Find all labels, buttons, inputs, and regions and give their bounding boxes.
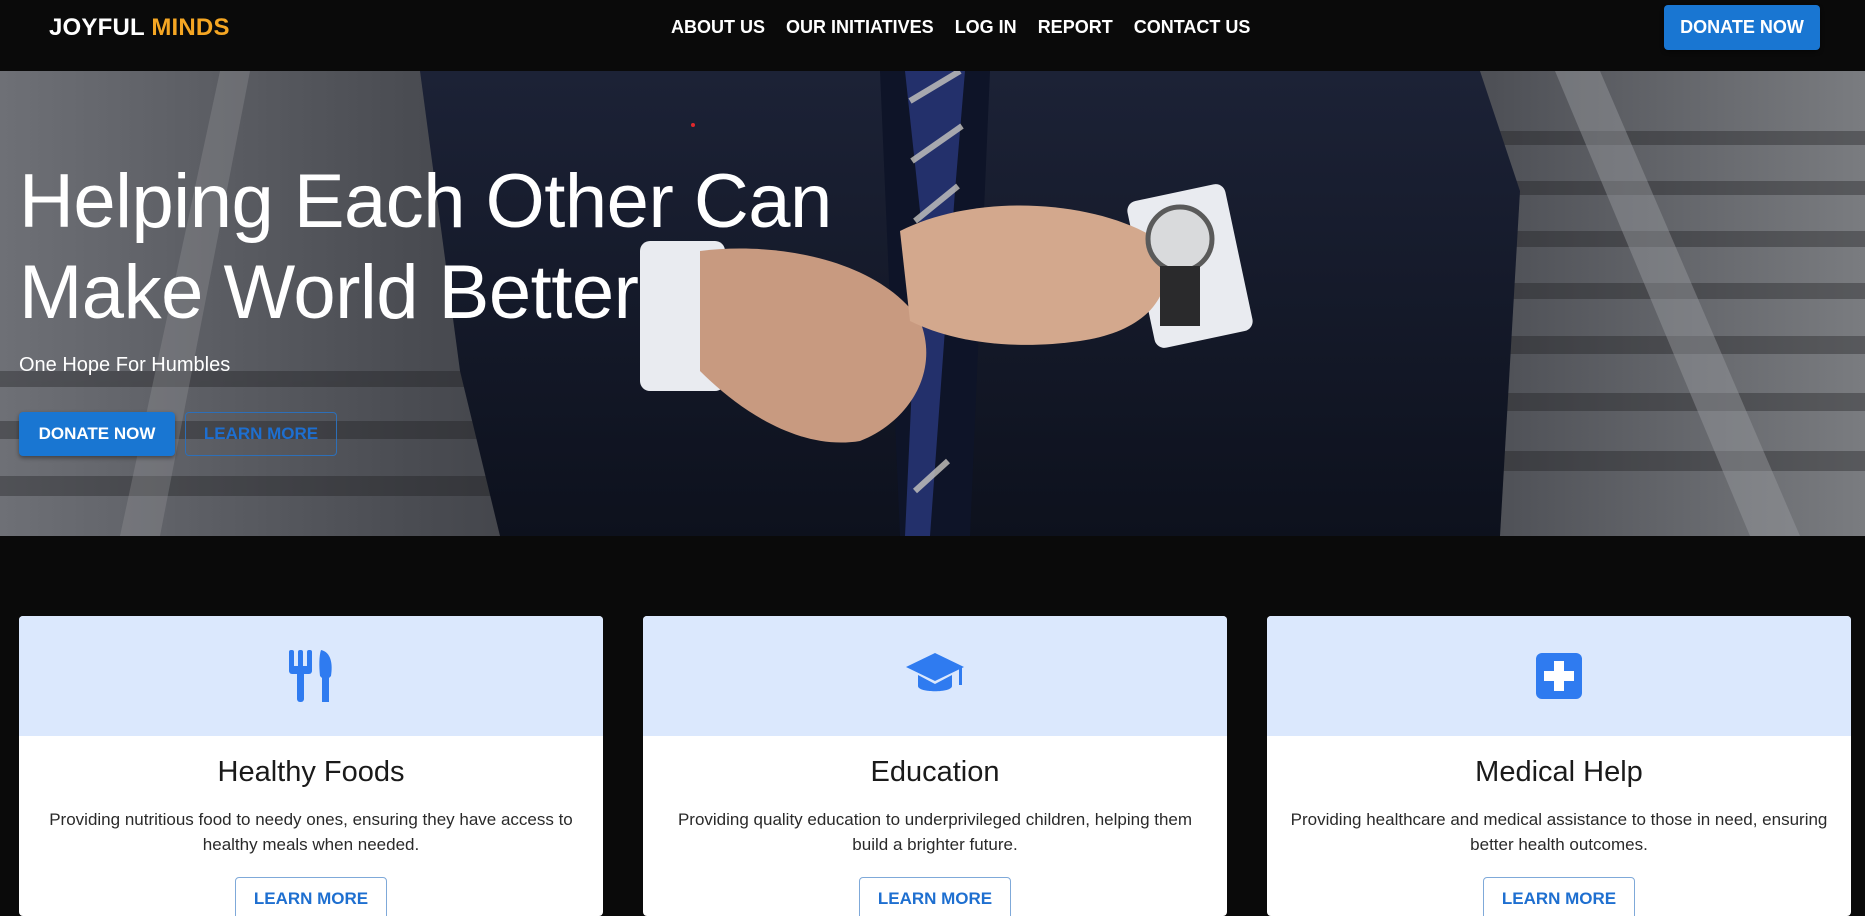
nav-link-about-us[interactable]: ABOUT US — [671, 17, 765, 38]
card-header — [1267, 616, 1851, 736]
top-navbar: JOYFUL MINDS ABOUT US OUR INITIATIVES LO… — [0, 0, 1865, 71]
card-header — [643, 616, 1227, 736]
graduation-cap-icon — [906, 653, 964, 692]
nav-link-our-initiatives[interactable]: OUR INITIATIVES — [786, 17, 934, 38]
hero-banner: Helping Each Other Can Make World Better… — [0, 71, 1865, 536]
card-learn-more-button[interactable]: LEARN MORE — [235, 877, 387, 916]
red-dot-marker — [691, 123, 695, 127]
nav-link-log-in[interactable]: LOG IN — [955, 17, 1017, 38]
card-title: Education — [870, 756, 1000, 788]
brand-text-part1: JOYFUL — [49, 14, 145, 41]
card-title: Medical Help — [1475, 756, 1643, 788]
card-education: Education Providing quality education to… — [643, 616, 1227, 916]
card-learn-more-button[interactable]: LEARN MORE — [859, 877, 1011, 916]
brand-text-part2: MINDS — [151, 14, 230, 41]
card-title: Healthy Foods — [217, 756, 405, 788]
hero-title-line2: Make World Better — [19, 250, 639, 335]
medical-cross-icon — [1536, 653, 1582, 699]
nav-donate-button[interactable]: DONATE NOW — [1664, 5, 1820, 50]
hero-title: Helping Each Other Can Make World Better — [19, 156, 919, 338]
hero-learn-more-button[interactable]: LEARN MORE — [185, 412, 337, 456]
card-medical-help: Medical Help Providing healthcare and me… — [1267, 616, 1851, 916]
hero-title-line1: Helping Each Other Can — [19, 159, 832, 244]
utensils-icon — [289, 650, 332, 702]
card-header — [19, 616, 603, 736]
card-healthy-foods: Healthy Foods Providing nutritious food … — [19, 616, 603, 916]
nav-link-contact-us[interactable]: CONTACT US — [1134, 17, 1251, 38]
card-description: Providing healthcare and medical assista… — [1290, 810, 1828, 854]
nav-link-report[interactable]: REPORT — [1038, 17, 1113, 38]
card-description: Providing nutritious food to needy ones,… — [49, 810, 573, 854]
card-learn-more-button[interactable]: LEARN MORE — [1483, 877, 1635, 916]
main-nav: ABOUT US OUR INITIATIVES LOG IN REPORT C… — [671, 17, 1271, 38]
hero-subtitle: One Hope For Humbles — [19, 354, 231, 376]
brand-logo[interactable]: JOYFUL MINDS — [49, 14, 230, 42]
hero-donate-button[interactable]: DONATE NOW — [19, 412, 175, 456]
card-description: Providing quality education to underpriv… — [677, 810, 1193, 854]
